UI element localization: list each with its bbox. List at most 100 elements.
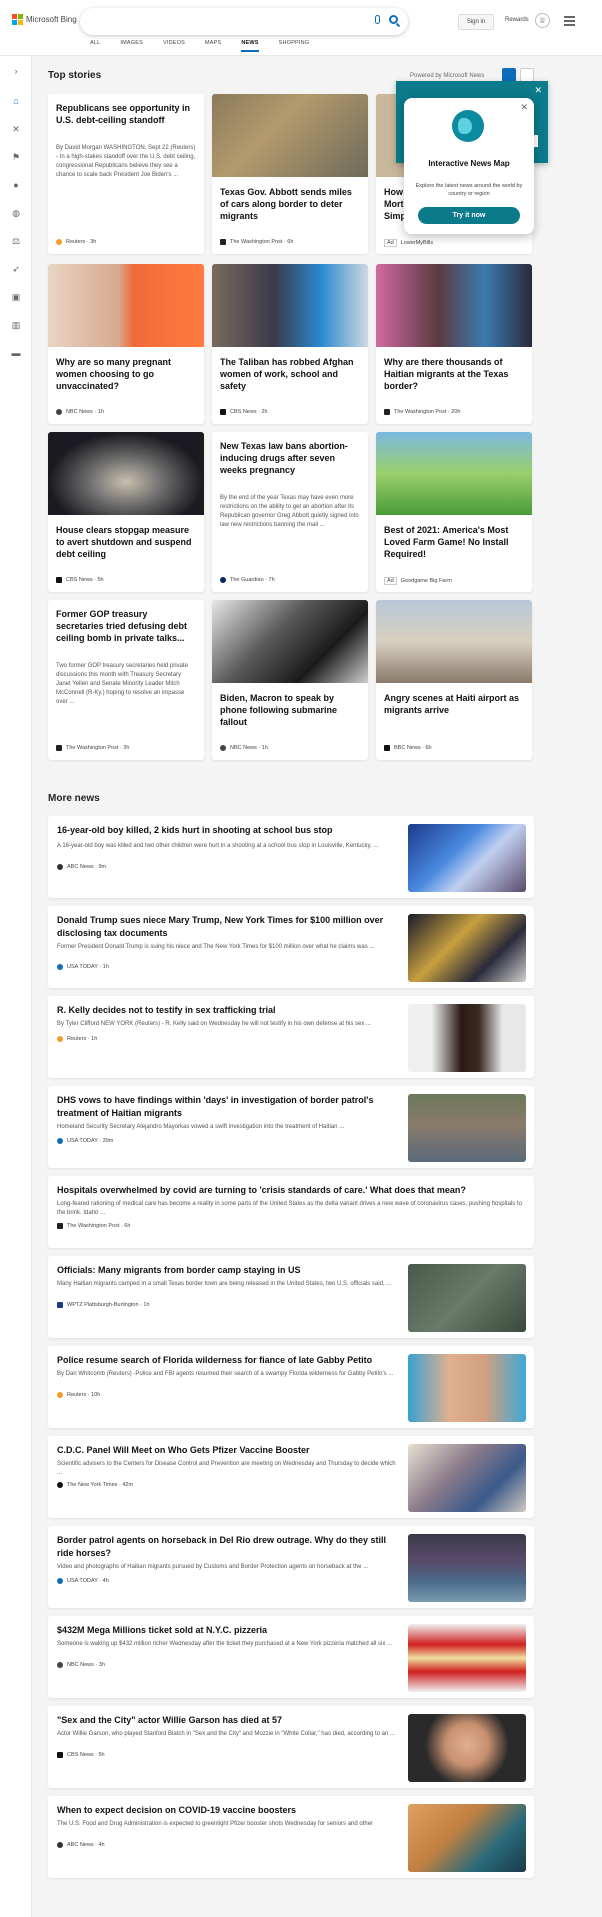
- news-row[interactable]: Border patrol agents on horseback in Del…: [48, 1526, 534, 1608]
- news-title[interactable]: $432M Mega Millions ticket sold at N.Y.C…: [57, 1624, 402, 1637]
- news-row[interactable]: C.D.C. Panel Will Meet on Who Gets Pfize…: [48, 1436, 534, 1518]
- bing-logo[interactable]: Microsoft Bing: [12, 14, 77, 25]
- story-card[interactable]: Angry scenes at Haiti airport as migrant…: [376, 600, 532, 760]
- news-snippet: Former President Donald Trump is suing h…: [57, 944, 375, 950]
- news-source: ABC News · 4h: [57, 1842, 105, 1848]
- tools-icon[interactable]: ✕: [11, 124, 21, 134]
- globe-icon[interactable]: ◍: [11, 208, 21, 218]
- news-row[interactable]: $432M Mega Millions ticket sold at N.Y.C…: [48, 1616, 534, 1698]
- news-thumbnail: [408, 914, 526, 982]
- story-card[interactable]: The Taliban has robbed Afghan women of w…: [212, 264, 368, 424]
- news-source: USA TODAY · 39m: [57, 1138, 113, 1144]
- news-snippet: Video and photographs of Haitian migrant…: [57, 1564, 369, 1570]
- story-card[interactable]: Why are there thousands of Haitian migra…: [376, 264, 532, 424]
- news-thumbnail: [408, 1534, 526, 1602]
- usatoday-icon: [57, 1578, 63, 1584]
- story-title[interactable]: Texas Gov. Abbott sends miles of cars al…: [220, 186, 360, 222]
- story-title[interactable]: Angry scenes at Haiti airport as migrant…: [384, 692, 524, 716]
- news-title[interactable]: R. Kelly decides not to testify in sex t…: [57, 1004, 402, 1017]
- news-row[interactable]: "Sex and the City" actor Willie Garson h…: [48, 1706, 534, 1788]
- news-row[interactable]: Police resume search of Florida wilderne…: [48, 1346, 534, 1428]
- news-title[interactable]: When to expect decision on COVID-19 vacc…: [57, 1804, 402, 1817]
- story-card[interactable]: New Texas law bans abortion-inducing dru…: [212, 432, 368, 592]
- bank-icon[interactable]: ▥: [11, 320, 21, 330]
- news-snippet: Scientific advisers to the Centers for D…: [57, 1461, 396, 1476]
- abc-icon: [57, 1842, 63, 1848]
- news-title[interactable]: Border patrol agents on horseback in Del…: [57, 1534, 402, 1560]
- story-title[interactable]: The Taliban has robbed Afghan women of w…: [220, 356, 360, 392]
- menu-icon[interactable]: [564, 16, 575, 28]
- news-thumbnail: [408, 1004, 526, 1072]
- tab-maps[interactable]: MAPS: [205, 40, 221, 52]
- abc-icon: [57, 864, 63, 870]
- rewards-label[interactable]: Rewards: [505, 17, 529, 23]
- try-it-now-button[interactable]: Try it now: [418, 207, 520, 224]
- story-title[interactable]: Why are so many pregnant women choosing …: [56, 356, 196, 392]
- news-row[interactable]: 16-year-old boy killed, 2 kids hurt in s…: [48, 816, 534, 898]
- news-row[interactable]: R. Kelly decides not to testify in sex t…: [48, 996, 534, 1078]
- story-title[interactable]: Former GOP treasury secretaries tried de…: [56, 608, 196, 644]
- story-snippet: By the end of the year Texas may have ev…: [220, 495, 359, 528]
- politics-icon[interactable]: ⚖: [11, 236, 21, 246]
- search-input[interactable]: [80, 8, 408, 35]
- grid-view-icon[interactable]: [502, 68, 516, 82]
- tab-all[interactable]: ALL: [90, 40, 100, 52]
- story-title[interactable]: House clears stopgap measure to avert sh…: [56, 524, 196, 560]
- rewards-icon[interactable]: ♕: [535, 13, 550, 28]
- story-card[interactable]: Republicans see opportunity in U.S. debt…: [48, 94, 204, 254]
- close-icon[interactable]: ✕: [534, 85, 542, 96]
- story-title[interactable]: New Texas law bans abortion-inducing dru…: [220, 440, 360, 476]
- story-image: [48, 432, 204, 515]
- wptz-icon: [57, 1302, 63, 1308]
- tab-videos[interactable]: VIDEOS: [163, 40, 185, 52]
- sign-in-button[interactable]: Sign in: [458, 14, 494, 30]
- usatoday-icon: [57, 1138, 63, 1144]
- news-row[interactable]: Officials: Many migrants from border cam…: [48, 1256, 534, 1338]
- location-icon[interactable]: ●: [11, 180, 21, 190]
- ad-title[interactable]: Best of 2021: America's Most Loved Farm …: [384, 524, 524, 560]
- story-card[interactable]: Why are so many pregnant women choosing …: [48, 264, 204, 424]
- news-title[interactable]: Hospitals overwhelmed by covid are turni…: [57, 1184, 527, 1197]
- video-icon[interactable]: ▣: [11, 292, 21, 302]
- story-snippet: Two former GOP treasury secretaries held…: [56, 663, 188, 705]
- card-icon[interactable]: ▬: [11, 348, 21, 358]
- news-row[interactable]: Hospitals overwhelmed by covid are turni…: [48, 1176, 534, 1248]
- ad-card[interactable]: Best of 2021: America's Most Loved Farm …: [376, 432, 532, 592]
- news-title[interactable]: Officials: Many migrants from border cam…: [57, 1264, 402, 1277]
- story-card[interactable]: Biden, Macron to speak by phone followin…: [212, 600, 368, 760]
- story-card[interactable]: House clears stopgap measure to avert sh…: [48, 432, 204, 592]
- news-title[interactable]: 16-year-old boy killed, 2 kids hurt in s…: [57, 824, 402, 837]
- news-title[interactable]: C.D.C. Panel Will Meet on Who Gets Pfize…: [57, 1444, 402, 1457]
- story-title[interactable]: Biden, Macron to speak by phone followin…: [220, 692, 360, 728]
- news-row[interactable]: DHS vows to have findings within 'days' …: [48, 1086, 534, 1168]
- story-card[interactable]: Texas Gov. Abbott sends miles of cars al…: [212, 94, 368, 254]
- wapo-icon: [384, 409, 390, 415]
- story-title[interactable]: Republicans see opportunity in U.S. debt…: [56, 102, 196, 126]
- news-title[interactable]: "Sex and the City" actor Willie Garson h…: [57, 1714, 402, 1727]
- news-row[interactable]: When to expect decision on COVID-19 vacc…: [48, 1796, 534, 1878]
- news-title[interactable]: DHS vows to have findings within 'days' …: [57, 1094, 402, 1120]
- main-content: Top stories Powered by Microsoft News Re…: [32, 56, 602, 1917]
- reuters-icon: [57, 1036, 63, 1042]
- map-view-icon[interactable]: [520, 68, 534, 82]
- rocket-icon[interactable]: ➶: [11, 264, 21, 274]
- flag-icon[interactable]: ⚑: [11, 152, 21, 162]
- news-title[interactable]: Donald Trump sues niece Mary Trump, New …: [57, 914, 402, 940]
- home-icon[interactable]: ⌂: [11, 96, 21, 106]
- story-title[interactable]: Why are there thousands of Haitian migra…: [384, 356, 524, 392]
- news-title[interactable]: Police resume search of Florida wilderne…: [57, 1354, 402, 1367]
- story-image: [212, 600, 368, 683]
- search-icon[interactable]: [389, 15, 398, 24]
- story-image: [212, 264, 368, 347]
- close-icon[interactable]: ✕: [520, 102, 528, 113]
- microphone-icon[interactable]: [375, 15, 380, 24]
- ad-source: Ad LowerMyBills: [384, 239, 433, 247]
- expand-icon[interactable]: ›: [11, 66, 21, 76]
- news-row[interactable]: Donald Trump sues niece Mary Trump, New …: [48, 906, 534, 988]
- tab-shopping[interactable]: SHOPPING: [279, 40, 310, 52]
- story-image: [376, 264, 532, 347]
- tab-news[interactable]: NEWS: [241, 40, 259, 52]
- tab-images[interactable]: IMAGES: [120, 40, 143, 52]
- news-thumbnail: [408, 1804, 526, 1872]
- story-card[interactable]: Former GOP treasury secretaries tried de…: [48, 600, 204, 760]
